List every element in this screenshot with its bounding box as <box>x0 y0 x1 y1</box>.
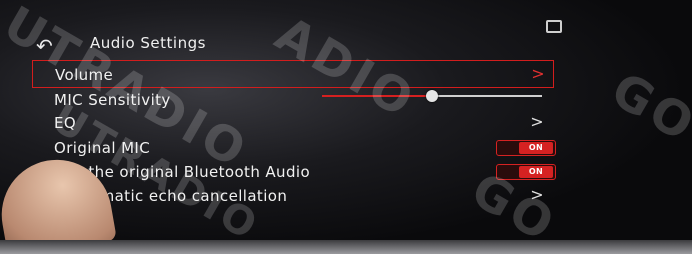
chevron-right-icon: > <box>530 112 544 131</box>
audio-settings-screen: ↶ Audio Settings Volume > MIC Sensitivit… <box>22 14 670 240</box>
screen-frame: ↶ Audio Settings Volume > MIC Sensitivit… <box>0 0 692 254</box>
toggle-on-label: ON <box>519 166 553 178</box>
setting-row-original-mic: Original MIC ON <box>32 136 556 158</box>
screen-bezel <box>0 240 692 254</box>
bluetooth-audio-toggle[interactable]: ON <box>496 164 556 180</box>
slider-track-remaining <box>432 95 542 97</box>
row-label: Volume <box>55 66 114 84</box>
chevron-right-icon: > <box>531 64 545 83</box>
setting-row-bluetooth-audio: Use the original Bluetooth Audio ON <box>32 160 556 182</box>
original-mic-toggle[interactable]: ON <box>496 140 556 156</box>
chevron-right-icon: > <box>530 185 544 204</box>
toggle-on-label: ON <box>519 142 553 154</box>
row-label: Original MIC <box>54 139 151 157</box>
slider-handle[interactable] <box>426 90 438 102</box>
row-label: omatic echo cancellation <box>90 187 288 205</box>
back-arrow-icon[interactable]: ↶ <box>36 34 53 58</box>
setting-row-mic-sensitivity: MIC Sensitivity <box>32 88 552 110</box>
setting-row-eq[interactable]: EQ > <box>32 111 552 133</box>
row-label: MIC Sensitivity <box>54 91 171 109</box>
mic-sensitivity-slider[interactable] <box>322 90 542 102</box>
screen-mirror-icon[interactable] <box>546 20 562 33</box>
page-title: Audio Settings <box>90 34 206 52</box>
row-label: EQ <box>54 114 77 132</box>
setting-row-volume[interactable]: Volume > <box>32 60 554 88</box>
